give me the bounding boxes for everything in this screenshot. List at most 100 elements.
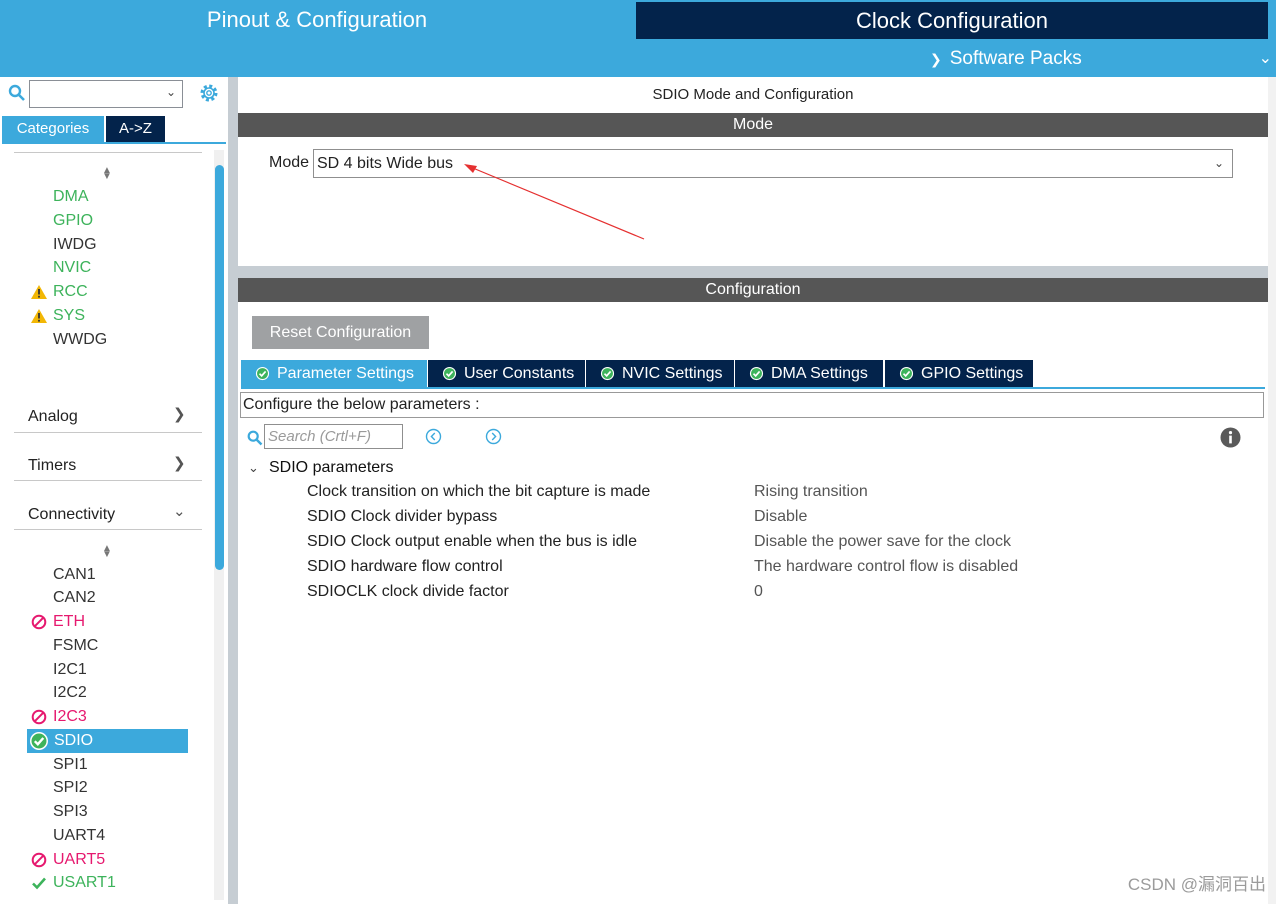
check-circle-icon <box>30 732 48 750</box>
tab-categories[interactable]: Categories <box>2 116 104 142</box>
sidebar-item-spi3[interactable]: SPI3 <box>53 801 88 823</box>
unavailable-icon <box>31 709 47 725</box>
warning-icon <box>31 309 47 323</box>
tab-label: DMA Settings <box>771 365 868 382</box>
divider <box>14 529 202 530</box>
param-value[interactable]: Rising transition <box>754 481 868 503</box>
annotation-arrow <box>464 164 645 240</box>
category-connectivity[interactable]: Connectivity <box>28 503 115 527</box>
unavailable-icon <box>31 852 47 868</box>
section-splitter[interactable] <box>238 266 1268 278</box>
divider <box>14 152 202 153</box>
tab-a-z[interactable]: A->Z <box>106 116 165 142</box>
mode-select-value: SD 4 bits Wide bus <box>317 155 454 172</box>
sort-icon[interactable]: ▲ ▼ <box>100 166 114 182</box>
param-name[interactable]: SDIO hardware flow control <box>307 556 503 578</box>
param-value[interactable]: Disable the power save for the clock <box>754 531 1011 553</box>
tab-parameter-settings[interactable]: Parameter Settings <box>241 360 427 387</box>
check-circle-icon <box>255 366 270 381</box>
param-value[interactable]: 0 <box>754 581 763 603</box>
tab-underline <box>241 387 1265 389</box>
sort-icon[interactable]: ▲ ▼ <box>100 544 114 560</box>
tab-label: User Constants <box>464 365 575 382</box>
sidebar-item-sdio-selected[interactable] <box>27 729 188 753</box>
sidebar-item-wwdg[interactable]: WWDG <box>53 329 107 351</box>
tab-pinout-configuration[interactable]: Pinout & Configuration <box>0 0 634 40</box>
chevron-right-icon[interactable]: ❯ <box>173 403 186 427</box>
software-packs-label: Software Packs <box>949 48 1082 69</box>
category-timers[interactable]: Timers <box>28 454 76 478</box>
sidebar-item-rcc[interactable]: RCC <box>53 281 88 303</box>
watermark: CSDN @漏洞百出 <box>1127 875 1266 894</box>
sidebar-item-fsmc[interactable]: FSMC <box>53 635 98 657</box>
chevron-down-icon[interactable]: ⌄ <box>1259 40 1272 77</box>
info-icon[interactable] <box>1220 427 1241 448</box>
sidebar-item-i2c2[interactable]: I2C2 <box>53 682 87 704</box>
mode-select[interactable]: SD 4 bits Wide bus ⌄ <box>313 149 1233 178</box>
previous-match-icon[interactable] <box>425 428 442 445</box>
check-circle-icon <box>442 366 457 381</box>
sidebar-item-i2c3[interactable]: I2C3 <box>53 706 87 728</box>
tab-label: GPIO Settings <box>921 365 1024 382</box>
tab-label: Parameter Settings <box>277 365 414 382</box>
sidebar-item-eth[interactable]: ETH <box>53 611 85 633</box>
sidebar-item-uart5[interactable]: UART5 <box>53 849 105 871</box>
mode-label: Mode <box>269 154 310 171</box>
software-packs-menu[interactable]: ❯ Software Packs <box>930 40 1082 77</box>
panel-splitter[interactable] <box>228 77 238 904</box>
sidebar-item-spi2[interactable]: SPI2 <box>53 777 88 799</box>
tab-user-constants[interactable]: User Constants <box>428 360 585 387</box>
scrollbar-thumb[interactable] <box>215 165 224 570</box>
sidebar-item-spi1[interactable]: SPI1 <box>53 754 88 776</box>
sidebar-item-can1[interactable]: CAN1 <box>53 564 96 586</box>
sidebar-item-can2[interactable]: CAN2 <box>53 587 96 609</box>
tab-nvic-settings[interactable]: NVIC Settings <box>586 360 734 387</box>
sidebar-item-nvic[interactable]: NVIC <box>53 257 91 279</box>
sidebar-item-gpio[interactable]: GPIO <box>53 210 93 232</box>
left-panel <box>0 77 228 904</box>
sub-bar <box>0 40 1276 77</box>
sidebar-item-sys[interactable]: SYS <box>53 305 85 327</box>
right-edge <box>1268 77 1276 904</box>
chevron-down-icon[interactable]: ⌄ <box>248 458 259 478</box>
param-name[interactable]: SDIOCLK clock divide factor <box>307 581 509 603</box>
chevron-right-icon[interactable]: ❯ <box>173 452 186 476</box>
sidebar-item-usart1[interactable]: USART1 <box>53 872 116 894</box>
search-icon <box>8 84 25 101</box>
checkmark-icon <box>32 877 46 890</box>
tab-underline <box>2 142 226 144</box>
category-analog[interactable]: Analog <box>28 405 78 429</box>
param-name[interactable]: SDIO Clock divider bypass <box>307 506 497 528</box>
sidebar-item-sdio[interactable]: SDIO <box>54 730 93 752</box>
mode-section-header: Mode <box>238 113 1268 137</box>
chevron-down-icon[interactable]: ⌄ <box>173 500 186 524</box>
search-icon <box>247 430 263 446</box>
tab-dma-settings[interactable]: DMA Settings <box>735 360 883 387</box>
tab-gpio-settings[interactable]: GPIO Settings <box>885 360 1033 387</box>
params-group-title[interactable]: SDIO parameters <box>269 457 393 479</box>
param-value[interactable]: Disable <box>754 506 807 528</box>
gear-icon[interactable] <box>198 82 220 104</box>
search-combo-box[interactable]: ⌄ <box>29 80 183 108</box>
configure-instructions: Configure the below parameters : <box>240 392 1264 418</box>
sidebar-item-dma[interactable]: DMA <box>53 186 89 208</box>
reset-configuration-button[interactable]: Reset Configuration <box>252 316 429 349</box>
warning-icon <box>31 285 47 299</box>
divider <box>14 480 202 481</box>
unavailable-icon <box>31 614 47 630</box>
check-circle-icon <box>899 366 914 381</box>
chevron-down-icon: ⌄ <box>165 85 176 99</box>
configuration-section-header: Configuration <box>238 278 1268 302</box>
param-name[interactable]: SDIO Clock output enable when the bus is… <box>307 531 637 553</box>
sidebar-item-iwdg[interactable]: IWDG <box>53 234 97 256</box>
chevron-down-icon: ❯ <box>930 51 942 67</box>
param-name[interactable]: Clock transition on which the bit captur… <box>307 481 650 503</box>
sidebar-item-i2c1[interactable]: I2C1 <box>53 659 87 681</box>
next-match-icon[interactable] <box>485 428 502 445</box>
tab-clock-configuration[interactable]: Clock Configuration <box>636 2 1268 39</box>
page-title: SDIO Mode and Configuration <box>652 86 854 103</box>
tab-label: NVIC Settings <box>622 365 723 382</box>
parameter-search-input[interactable]: Search (Crtl+F) <box>264 424 403 449</box>
sidebar-item-uart4[interactable]: UART4 <box>53 825 105 847</box>
param-value[interactable]: The hardware control flow is disabled <box>754 556 1018 578</box>
